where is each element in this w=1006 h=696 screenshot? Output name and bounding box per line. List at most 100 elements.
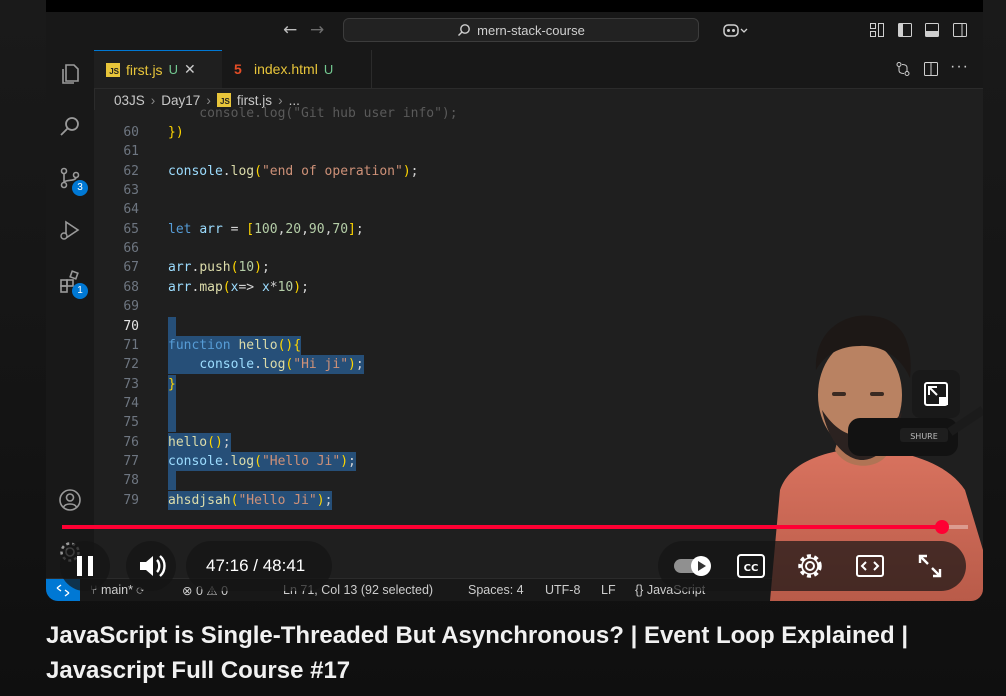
progress-played [62, 525, 942, 529]
code-line[interactable]: 64 [94, 200, 983, 219]
search-icon [458, 24, 471, 36]
code-text [168, 471, 176, 491]
code-text: arr.map(x=> x*10); [168, 279, 309, 295]
mic-brand-label: SHURE [910, 432, 938, 441]
run-debug-icon[interactable] [58, 218, 82, 242]
line-number: 63 [123, 183, 139, 199]
line-number: 66 [123, 241, 139, 257]
theater-mode-icon[interactable] [855, 552, 885, 580]
code-line[interactable]: 61 [94, 142, 983, 161]
back-arrow-icon[interactable]: ← [283, 20, 297, 40]
code-line[interactable]: 68 arr.map(x=> x*10); [94, 278, 983, 297]
miniplayer-button[interactable] [912, 370, 960, 418]
captions-label: CC [744, 563, 759, 574]
time-text: 47:16 / 48:41 [206, 556, 306, 575]
vscode-titlebar: ← → mern-stack-course [46, 12, 983, 51]
command-center-search[interactable]: mern-stack-course [343, 18, 699, 42]
line-number: 77 [123, 453, 139, 469]
workspace-name: mern-stack-course [477, 22, 585, 38]
html-file-icon: 5 [234, 61, 242, 77]
partial-code-line: console.log("Git hub user info"); [168, 106, 458, 121]
line-number: 78 [123, 473, 139, 489]
toggle-secondary-sidebar-icon[interactable] [952, 22, 968, 38]
current-time: 47:16 [206, 556, 249, 575]
code-text: console.log("end of operation"); [168, 163, 419, 179]
activity-bar: 3 1 [46, 50, 95, 580]
fullscreen-icon[interactable] [916, 552, 944, 580]
line-number: 75 [123, 415, 139, 431]
more-actions-icon[interactable]: ··· [950, 58, 969, 76]
extensions-badge: 1 [72, 283, 88, 299]
code-text: function hello(){ [168, 335, 302, 355]
code-text: console.log("Hi ji"); [168, 355, 364, 375]
toggle-primary-sidebar-icon[interactable] [897, 22, 913, 38]
tab-index-html[interactable]: 5 index.html U [222, 50, 372, 88]
pause-icon [77, 556, 93, 576]
tab-status: U [168, 62, 178, 77]
line-number: 67 [123, 260, 139, 276]
code-line[interactable]: 66 [94, 239, 983, 258]
miniplayer-icon [924, 382, 948, 406]
video-top-edge [46, 0, 983, 12]
line-number: 69 [123, 299, 139, 315]
braces-icon: {} [635, 583, 647, 597]
line-number: 68 [123, 279, 139, 295]
code-text [168, 316, 176, 336]
accounts-icon[interactable] [58, 488, 82, 512]
play-pause-button[interactable] [60, 541, 110, 591]
line-number: 61 [123, 144, 139, 160]
code-line[interactable]: 65 let arr = [100,20,90,70]; [94, 220, 983, 239]
volume-icon [140, 555, 166, 577]
close-tab-icon[interactable]: ✕ [184, 61, 196, 78]
copilot-icon[interactable] [722, 22, 748, 38]
error-icon: ⊗ [182, 584, 196, 598]
line-number: 71 [123, 337, 139, 353]
javascript-file-icon: JS [106, 62, 120, 77]
code-text: let arr = [100,20,90,70]; [168, 221, 364, 237]
tab-label: first.js [126, 61, 163, 78]
code-text [168, 413, 176, 433]
line-number: 72 [123, 357, 139, 373]
code-line[interactable]: 63 [94, 181, 983, 200]
line-number: 65 [123, 221, 139, 237]
split-editor-icon[interactable] [923, 61, 939, 77]
code-line[interactable]: 60}) [94, 123, 983, 142]
forward-arrow-icon[interactable]: → [310, 20, 324, 40]
progress-scrubber[interactable] [934, 520, 949, 534]
line-number: 62 [123, 163, 139, 179]
duration: 48:41 [262, 556, 306, 575]
line-number: 60 [123, 125, 139, 140]
code-text: hello(); [168, 432, 231, 452]
line-number: 76 [123, 434, 139, 450]
code-text: }) [168, 125, 184, 140]
right-controls: CC [658, 541, 966, 591]
encoding[interactable]: UTF-8 [545, 583, 580, 597]
end-of-line[interactable]: LF [601, 583, 616, 597]
code-text: console.log("Hello Ji"); [168, 451, 356, 471]
code-text: ahsdjsah("Hello Ji"); [168, 490, 333, 510]
code-line[interactable]: 67 arr.push(10); [94, 258, 983, 277]
video-title[interactable]: JavaScript is Single-Threaded But Asynch… [46, 618, 946, 688]
mute-button[interactable] [126, 541, 176, 591]
source-control-badge: 3 [72, 180, 88, 196]
indentation[interactable]: Spaces: 4 [468, 583, 524, 597]
compare-changes-icon[interactable] [895, 61, 911, 77]
code-line[interactable]: 62 console.log("end of operation"); [94, 162, 983, 181]
autoplay-toggle[interactable] [672, 554, 714, 578]
customize-layout-icon[interactable] [869, 22, 885, 38]
explorer-icon[interactable] [58, 62, 82, 86]
line-number: 73 [123, 376, 139, 392]
code-text [168, 393, 176, 413]
tab-first-js[interactable]: JS first.js U ✕ [94, 50, 222, 88]
video-player[interactable]: ← → mern-stack-course 3 1 JS first.js U … [46, 0, 983, 601]
toggle-panel-icon[interactable] [924, 22, 940, 38]
line-number: 79 [123, 492, 139, 508]
code-text: } [168, 374, 176, 394]
line-number: 64 [123, 202, 139, 218]
time-display: 47:16 / 48:41 [186, 541, 332, 591]
captions-button[interactable]: CC [736, 552, 766, 580]
search-sidebar-icon[interactable] [58, 114, 82, 138]
line-number: 74 [123, 395, 139, 411]
settings-gear-icon[interactable] [796, 552, 824, 580]
tab-label: index.html [254, 61, 318, 77]
